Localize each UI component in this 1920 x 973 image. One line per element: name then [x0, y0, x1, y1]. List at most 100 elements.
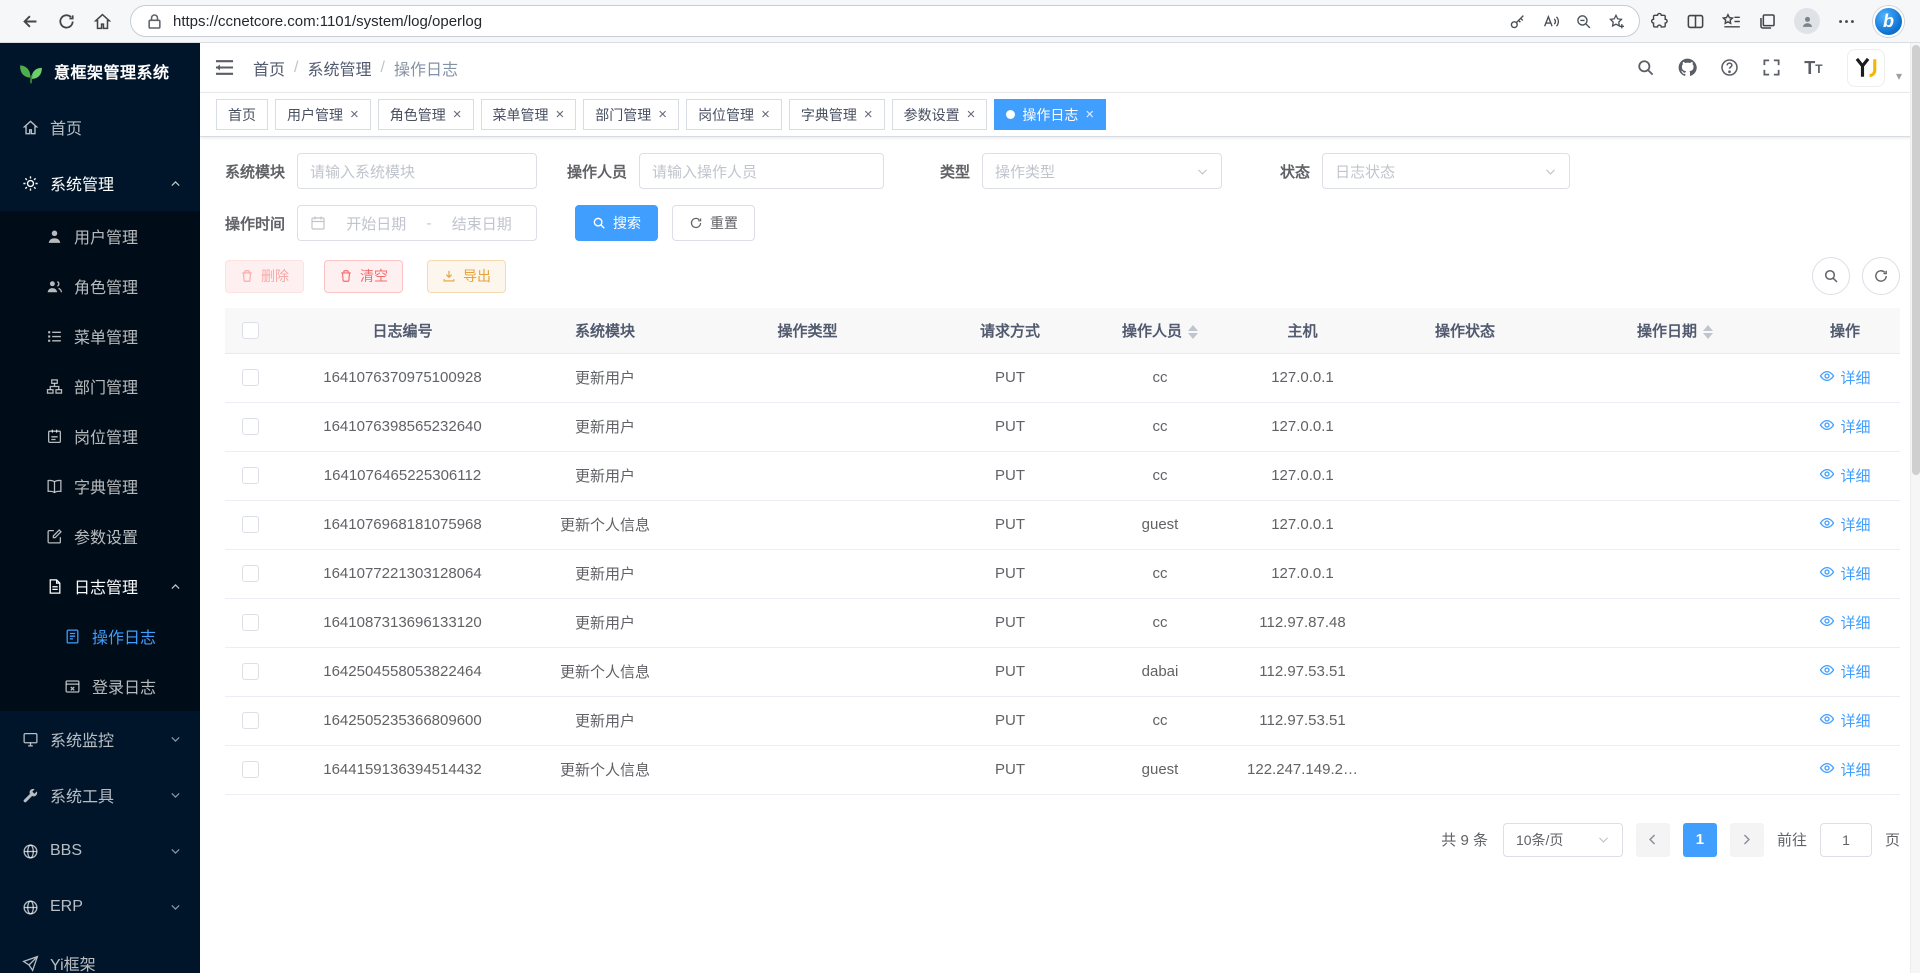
back-icon[interactable]: [12, 4, 48, 38]
sidebar-item-user-mgmt[interactable]: 用户管理: [0, 211, 200, 261]
select-all-checkbox[interactable]: [242, 322, 259, 339]
tab-home[interactable]: 首页: [216, 99, 268, 130]
row-checkbox[interactable]: [242, 418, 259, 435]
split-screen-icon[interactable]: [1686, 12, 1705, 31]
row-checkbox[interactable]: [242, 565, 259, 582]
user-avatar[interactable]: [1847, 49, 1885, 87]
close-icon[interactable]: ×: [350, 107, 359, 122]
tab-param-settings[interactable]: 参数设置×: [892, 99, 988, 130]
sidebar-item-system-tools[interactable]: 系统工具: [0, 767, 200, 823]
detail-link[interactable]: 详细: [1819, 563, 1870, 584]
github-icon[interactable]: [1671, 51, 1704, 84]
row-checkbox[interactable]: [242, 369, 259, 386]
detail-link[interactable]: 详细: [1819, 612, 1870, 633]
detail-link[interactable]: 详细: [1819, 661, 1870, 682]
star-plus-icon[interactable]: [1608, 13, 1625, 30]
close-icon[interactable]: ×: [556, 107, 565, 122]
search-button[interactable]: 搜索: [575, 205, 658, 241]
status-select[interactable]: 日志状态: [1322, 153, 1570, 189]
row-checkbox[interactable]: [242, 761, 259, 778]
tab-dept-mgmt[interactable]: 部门管理×: [583, 99, 679, 130]
sidebar-item-dept-mgmt[interactable]: 部门管理: [0, 361, 200, 411]
column-header[interactable]: 操作人员: [1085, 308, 1235, 353]
row-checkbox[interactable]: [242, 614, 259, 631]
sidebar-item-oper-log[interactable]: 操作日志: [0, 611, 200, 661]
sort-carets-icon[interactable]: [1188, 325, 1198, 339]
export-button[interactable]: 导出: [427, 260, 506, 293]
question-icon[interactable]: [1713, 51, 1746, 84]
date-end[interactable]: 结束日期: [440, 213, 525, 234]
sidebar-item-home[interactable]: 首页: [0, 99, 200, 155]
search-icon[interactable]: [1629, 51, 1662, 84]
tab-dict-mgmt[interactable]: 字典管理×: [789, 99, 885, 130]
detail-link[interactable]: 详细: [1819, 710, 1870, 731]
row-checkbox[interactable]: [242, 712, 259, 729]
key-icon[interactable]: [1509, 13, 1526, 30]
detail-link[interactable]: 详细: [1819, 416, 1870, 437]
sidebar-item-dict-mgmt[interactable]: 字典管理: [0, 461, 200, 511]
tab-post-mgmt[interactable]: 岗位管理×: [686, 99, 782, 130]
module-input[interactable]: 请输入系统模块: [297, 153, 537, 189]
tab-menu-mgmt[interactable]: 菜单管理×: [481, 99, 577, 130]
tab-oper-log[interactable]: 操作日志×: [994, 99, 1106, 130]
breadcrumb-home[interactable]: 首页: [253, 56, 285, 80]
sidebar-item-role-mgmt[interactable]: 角色管理: [0, 261, 200, 311]
sidebar-item-post-mgmt[interactable]: 岗位管理: [0, 411, 200, 461]
extensions-icon[interactable]: [1650, 12, 1669, 31]
close-icon[interactable]: ×: [864, 107, 873, 122]
profile-avatar-icon[interactable]: [1794, 8, 1820, 34]
date-range-input[interactable]: 开始日期 - 结束日期: [297, 205, 537, 241]
app-logo[interactable]: 意框架管理系统: [0, 43, 200, 99]
close-icon[interactable]: ×: [1085, 107, 1094, 122]
font-size-icon[interactable]: TT: [1797, 51, 1830, 84]
refresh-table-button[interactable]: [1862, 257, 1900, 295]
sidebar-item-system-monitor[interactable]: 系统监控: [0, 711, 200, 767]
prev-page-button[interactable]: [1636, 823, 1670, 857]
close-icon[interactable]: ×: [453, 107, 462, 122]
browser-scrollbar[interactable]: [1910, 43, 1920, 973]
close-icon[interactable]: ×: [967, 107, 976, 122]
detail-link[interactable]: 详细: [1819, 465, 1870, 486]
tab-user-mgmt[interactable]: 用户管理×: [275, 99, 371, 130]
delete-button[interactable]: 删除: [225, 260, 304, 293]
detail-link[interactable]: 详细: [1819, 514, 1870, 535]
goto-page-input[interactable]: 1: [1820, 823, 1872, 857]
reset-button[interactable]: 重置: [672, 205, 755, 241]
scrollbar-thumb[interactable]: [1912, 45, 1920, 475]
favorites-icon[interactable]: [1722, 12, 1741, 31]
collections-icon[interactable]: [1758, 12, 1777, 31]
zoom-out-icon[interactable]: [1575, 13, 1592, 30]
sidebar-item-erp[interactable]: ERP: [0, 879, 200, 935]
more-icon[interactable]: [1837, 12, 1856, 31]
row-checkbox[interactable]: [242, 663, 259, 680]
sidebar-item-yi-framework[interactable]: Yi框架: [0, 935, 200, 973]
clear-button[interactable]: 清空: [324, 260, 403, 293]
detail-link[interactable]: 详细: [1819, 759, 1870, 780]
sidebar-item-menu-mgmt[interactable]: 菜单管理: [0, 311, 200, 361]
breadcrumb-system[interactable]: 系统管理: [307, 56, 371, 80]
sidebar-item-system-mgmt[interactable]: 系统管理: [0, 155, 200, 211]
type-select[interactable]: 操作类型: [982, 153, 1222, 189]
read-aloud-icon[interactable]: [1542, 13, 1559, 30]
bing-icon[interactable]: b: [1873, 6, 1904, 37]
url-text[interactable]: https://ccnetcore.com:1101/system/log/op…: [173, 13, 1509, 30]
sort-carets-icon[interactable]: [1703, 325, 1713, 339]
close-icon[interactable]: ×: [658, 107, 667, 122]
sidebar-item-log-mgmt[interactable]: 日志管理: [0, 561, 200, 611]
close-icon[interactable]: ×: [761, 107, 770, 122]
detail-link[interactable]: 详细: [1819, 367, 1870, 388]
operator-input[interactable]: 请输入操作人员: [639, 153, 884, 189]
sidebar-item-param-settings[interactable]: 参数设置: [0, 511, 200, 561]
sidebar-collapse-icon[interactable]: [214, 57, 235, 78]
page-number-button[interactable]: 1: [1683, 823, 1717, 857]
row-checkbox[interactable]: [242, 516, 259, 533]
page-size-select[interactable]: 10条/页: [1503, 823, 1623, 857]
next-page-button[interactable]: [1730, 823, 1764, 857]
address-bar[interactable]: https://ccnetcore.com:1101/system/log/op…: [130, 5, 1640, 37]
refresh-icon[interactable]: [48, 4, 84, 38]
avatar-caret-icon[interactable]: ▾: [1896, 69, 1902, 87]
tab-role-mgmt[interactable]: 角色管理×: [378, 99, 474, 130]
sidebar-item-bbs[interactable]: BBS: [0, 823, 200, 879]
column-header[interactable]: 操作日期: [1560, 308, 1790, 353]
date-start[interactable]: 开始日期: [334, 213, 419, 234]
